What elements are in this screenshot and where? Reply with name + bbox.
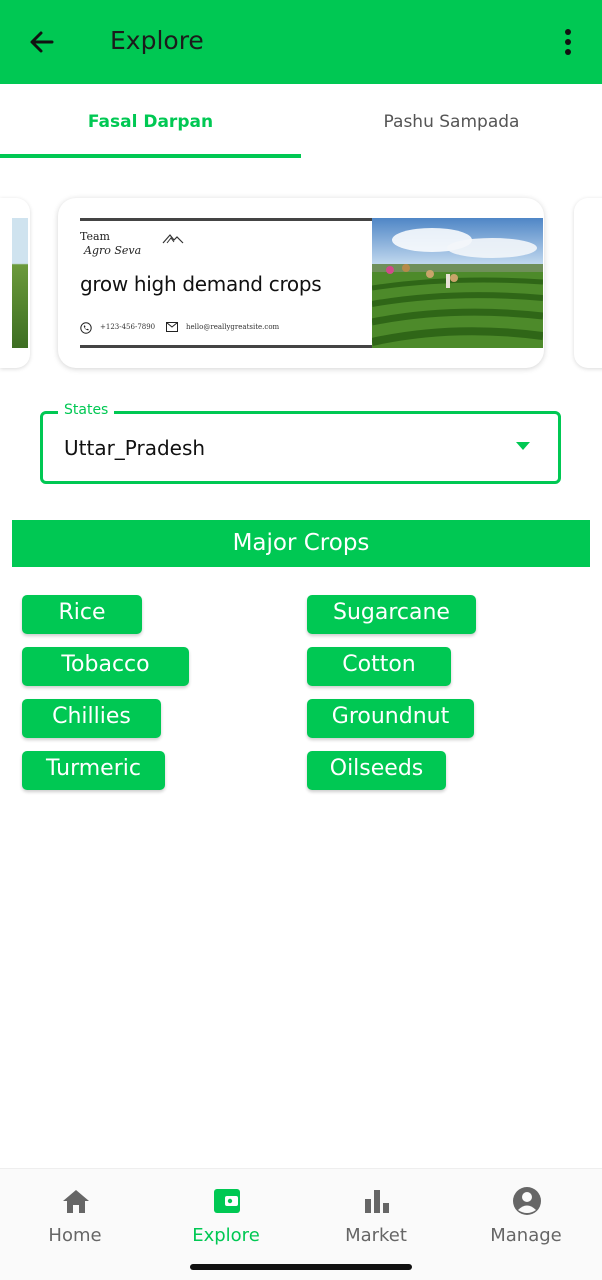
carousel-card-previous[interactable] xyxy=(0,198,30,368)
page-title: Explore xyxy=(110,26,204,55)
account-circle-icon xyxy=(513,1187,541,1215)
carousel-card-next[interactable] xyxy=(574,198,602,368)
nav-label-manage: Manage xyxy=(490,1225,562,1246)
tea-plantation-photo xyxy=(372,218,543,348)
wallet-icon xyxy=(214,1189,240,1213)
phone-icon xyxy=(80,322,92,334)
crop-chip-tobacco[interactable]: Tobacco xyxy=(22,647,189,686)
major-crops-heading: Major Crops xyxy=(12,520,590,567)
crop-chip-turmeric[interactable]: Turmeric xyxy=(22,751,165,790)
tab-fasal-darpan[interactable]: Fasal Darpan xyxy=(0,84,301,158)
nav-label-explore: Explore xyxy=(192,1225,260,1246)
states-label: States xyxy=(58,402,115,418)
home-gesture-bar[interactable] xyxy=(190,1264,412,1270)
promo-banner: Team Agro Seva grow high demand crops +1… xyxy=(80,218,543,350)
crop-chip-chillies[interactable]: Chillies xyxy=(22,699,161,738)
bar-chart-icon xyxy=(365,1190,389,1213)
crop-chip-sugarcane[interactable]: Sugarcane xyxy=(307,595,476,634)
brand-name-line2: Agro Seva xyxy=(84,244,142,257)
nav-label-home: Home xyxy=(48,1225,102,1246)
more-vertical-icon[interactable] xyxy=(556,26,580,58)
banner-headline: grow high demand crops xyxy=(80,272,322,296)
states-selected-value: Uttar_Pradesh xyxy=(64,436,206,460)
carousel-card-current[interactable]: Team Agro Seva grow high demand crops +1… xyxy=(58,198,544,368)
home-icon xyxy=(63,1190,89,1213)
app-bar: Explore xyxy=(0,0,602,84)
crop-chip-cotton[interactable]: Cotton xyxy=(307,647,451,686)
mountain-logo-icon xyxy=(162,234,184,244)
mail-icon xyxy=(166,322,178,332)
banner-carousel[interactable]: Team Agro Seva grow high demand crops +1… xyxy=(0,196,602,372)
nav-item-explore[interactable]: Explore xyxy=(151,1169,301,1269)
brand-name-line1: Team xyxy=(80,230,110,243)
banner-email: hello@reallygreatsite.com xyxy=(186,323,280,331)
tab-pashu-sampada[interactable]: Pashu Sampada xyxy=(301,84,602,158)
nav-item-home[interactable]: Home xyxy=(0,1169,150,1269)
tab-bar: Fasal Darpan Pashu Sampada xyxy=(0,84,602,158)
dropdown-arrow-icon[interactable] xyxy=(516,442,530,450)
tab-indicator xyxy=(0,154,301,158)
nav-item-manage[interactable]: Manage xyxy=(451,1169,601,1269)
nav-label-market: Market xyxy=(345,1225,407,1246)
arrow-left-icon[interactable] xyxy=(26,26,58,58)
crop-chip-groundnut[interactable]: Groundnut xyxy=(307,699,474,738)
crop-chip-rice[interactable]: Rice xyxy=(22,595,142,634)
crop-chip-oilseeds[interactable]: Oilseeds xyxy=(307,751,446,790)
banner-phone: +123-456-7890 xyxy=(100,323,156,331)
nav-item-market[interactable]: Market xyxy=(301,1169,451,1269)
